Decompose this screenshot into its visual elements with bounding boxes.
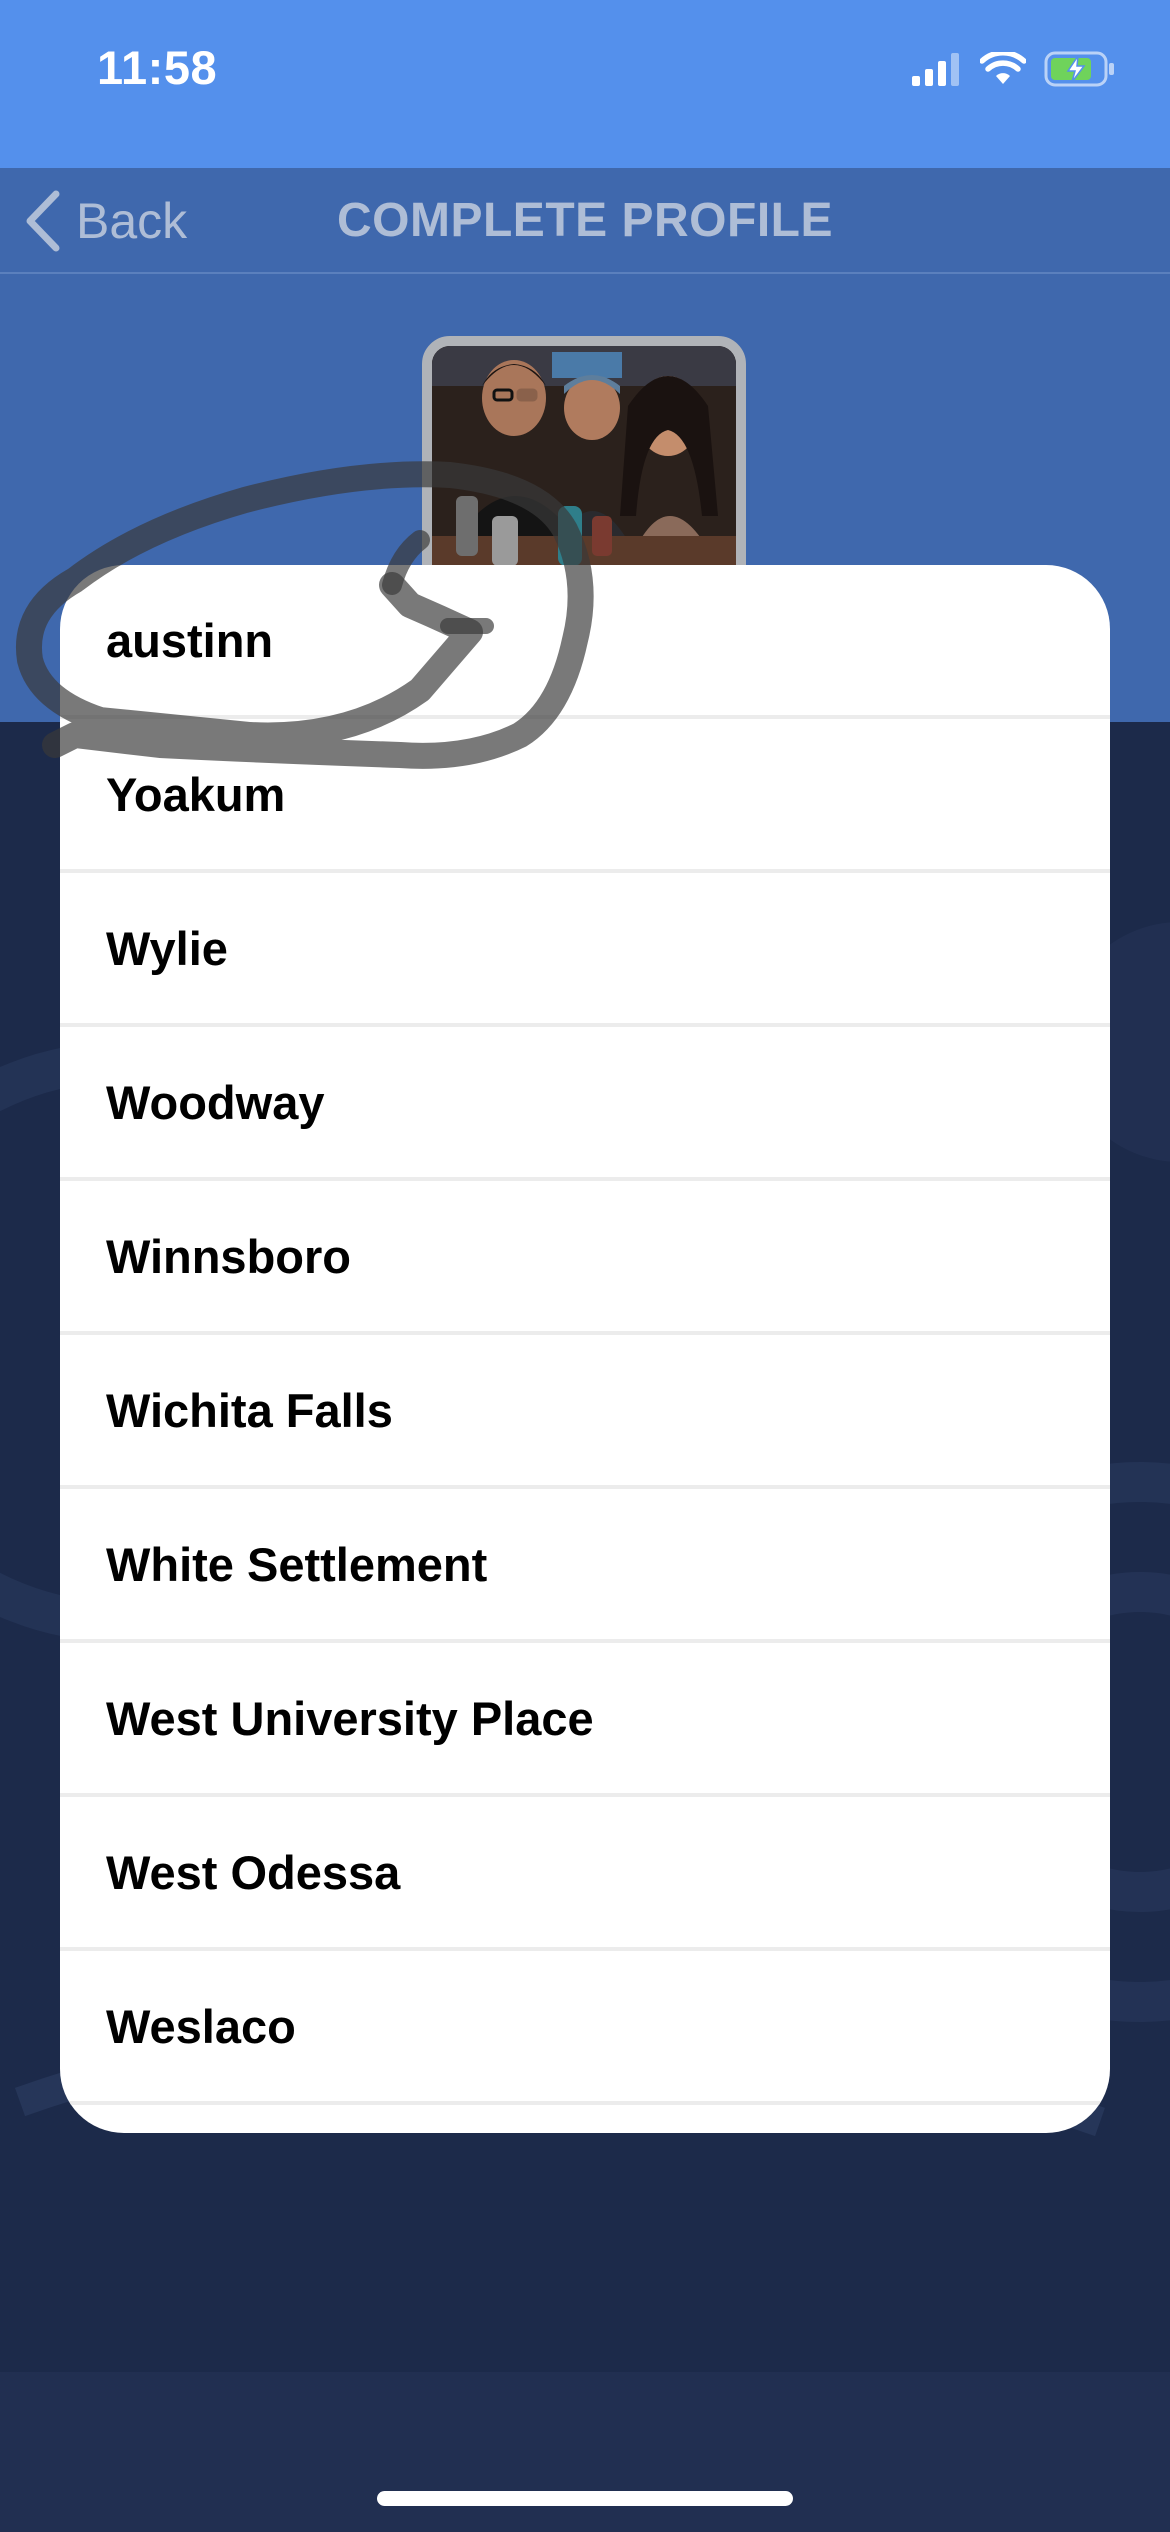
- list-item[interactable]: White Settlement: [60, 1489, 1110, 1643]
- complete-profile-screen: 11:58 COMPLETE PROFILE Back austinn Yoak…: [0, 0, 1170, 2532]
- list-item-label: White Settlement: [106, 1537, 488, 1591]
- navigation-bar: COMPLETE PROFILE Back: [0, 168, 1170, 274]
- list-item[interactable]: West University Place: [60, 1643, 1110, 1797]
- list-item[interactable]: Weslaco: [60, 1951, 1110, 2105]
- back-button[interactable]: Back: [22, 168, 187, 274]
- chevron-left-icon: [26, 190, 60, 252]
- battery-charging-icon: [1044, 51, 1114, 87]
- list-item[interactable]: Wylie: [60, 873, 1110, 1027]
- list-item[interactable]: Winnsboro: [60, 1181, 1110, 1335]
- list-item-label: West Odessa: [106, 1845, 401, 1899]
- list-item[interactable]: Yoakum: [60, 719, 1110, 873]
- status-bar: 11:58: [0, 0, 1170, 168]
- list-item-label: austinn: [106, 613, 274, 667]
- list-item-label: Wylie: [106, 921, 228, 975]
- list-item[interactable]: Woodway: [60, 1027, 1110, 1181]
- list-item-label: West University Place: [106, 1691, 594, 1745]
- city-dropdown-list[interactable]: austinn Yoakum Wylie Woodway Winnsboro W…: [60, 565, 1110, 2133]
- back-label: Back: [76, 193, 188, 249]
- wifi-icon: [980, 52, 1026, 84]
- list-item[interactable]: West Odessa: [60, 1797, 1110, 1951]
- list-item[interactable]: austinn: [60, 565, 1110, 719]
- home-indicator: [377, 2491, 793, 2506]
- list-item-label: Wichita Falls: [106, 1383, 393, 1437]
- status-time: 11:58: [97, 41, 218, 94]
- list-item[interactable]: Wichita Falls: [60, 1335, 1110, 1489]
- cellular-signal-icon: [912, 53, 959, 86]
- list-item-label: Winnsboro: [106, 1229, 351, 1283]
- list-item-label: Yoakum: [106, 767, 286, 821]
- status-icons: [912, 50, 1116, 88]
- list-item-label: Woodway: [106, 1075, 325, 1129]
- list-item-label: Weslaco: [106, 1999, 296, 2053]
